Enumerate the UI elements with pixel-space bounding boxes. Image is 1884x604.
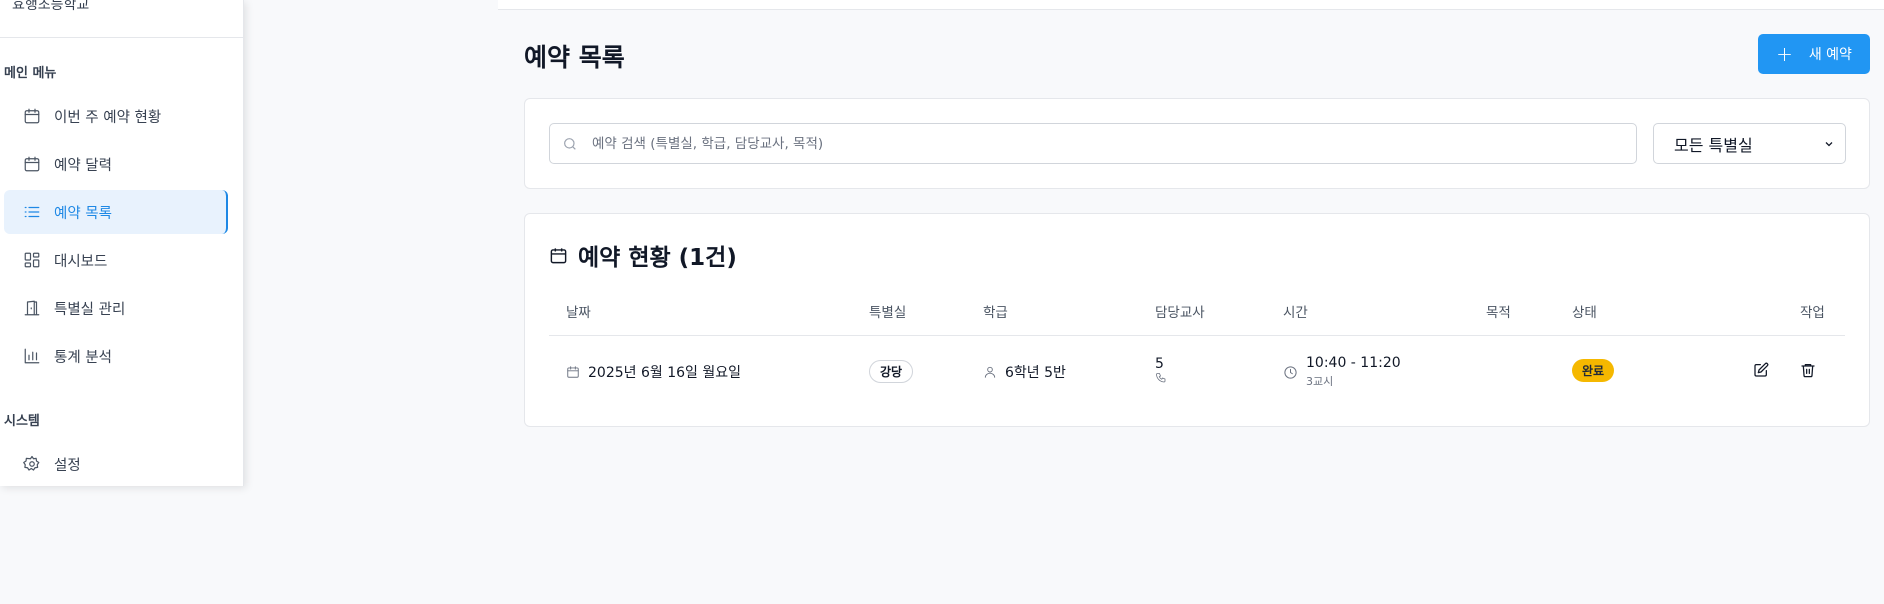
plus-icon: +: [1776, 42, 1793, 66]
clock-icon: [1284, 365, 1297, 379]
status-badge: 완료: [1572, 359, 1615, 382]
row-date-text: 2025년 6월 16일 월요일: [588, 365, 741, 381]
system-section-label: 시스템: [4, 414, 40, 429]
row-time: 10:40 - 11:20 3교시: [1283, 355, 1401, 389]
dashboard-icon: [22, 250, 42, 270]
list-title: 예약 현황 (1건): [549, 238, 737, 272]
search-input[interactable]: [592, 135, 1636, 152]
gear-icon: [22, 454, 42, 474]
header-purpose[interactable]: 목적: [1486, 301, 1511, 321]
sidebar-item-list[interactable]: 예약 목록: [4, 190, 228, 234]
row-class: 6학년 5반: [983, 362, 1066, 382]
header-teacher[interactable]: 담당교사: [1155, 301, 1205, 321]
row-status: 완료: [1572, 359, 1615, 382]
sidebar: 효행초등학교 메인 메뉴 이번 주 예약 현황 예약 달력 예약 목록 대시보드…: [0, 0, 244, 486]
header-actions: 작업: [1800, 305, 1825, 321]
sidebar-item-label: 이번 주 예약 현황: [54, 109, 162, 126]
sidebar-item-calendar[interactable]: 예약 달력: [4, 142, 228, 186]
new-reservation-label: 새 예약: [1808, 47, 1852, 63]
calendar-icon: [22, 106, 42, 126]
sidebar-item-stats[interactable]: 통계 분석: [4, 334, 228, 378]
header-status[interactable]: 상태: [1572, 301, 1597, 321]
main-menu-label: 메인 메뉴: [4, 66, 57, 81]
calendar-icon: [567, 366, 579, 378]
search-icon: [564, 137, 576, 150]
room-filter-value: 모든 특별실: [1674, 135, 1753, 155]
calendar-icon: [22, 154, 42, 174]
sidebar-item-label: 특별실 관리: [54, 301, 126, 318]
phone-icon: [1156, 373, 1166, 383]
top-bar: [498, 0, 1884, 10]
sidebar-item-label: 예약 달력: [54, 157, 112, 174]
row-class-text: 6학년 5반: [1005, 365, 1066, 381]
row-teacher: 5: [1155, 356, 1167, 384]
sidebar-item-label: 예약 목록: [54, 205, 112, 222]
row-teacher-text: 5: [1155, 356, 1164, 372]
door-icon: [22, 298, 42, 318]
page-title: 예약 목록: [524, 43, 625, 72]
row-date: 2025년 6월 16일 월요일: [566, 362, 741, 382]
room-filter-select[interactable]: 모든 특별실: [1653, 123, 1846, 164]
edit-icon[interactable]: [1751, 360, 1771, 380]
filter-card: 모든 특별실: [524, 98, 1870, 189]
reservation-list-card: 예약 현황 (1건) 날짜 특별실 학급 담당교사 시간 목적 상태 작업 20…: [524, 213, 1870, 427]
user-icon: [984, 366, 996, 378]
sidebar-item-label: 통계 분석: [54, 349, 112, 366]
sidebar-item-settings[interactable]: 설정: [4, 442, 228, 486]
table-header-divider: [549, 335, 1845, 336]
delete-icon[interactable]: [1798, 360, 1818, 380]
bar-chart-icon: [22, 346, 42, 366]
row-time-text: 10:40 - 11:20: [1306, 355, 1401, 371]
school-name: 효행초등학교: [12, 0, 90, 13]
sidebar-divider: [0, 37, 243, 38]
sidebar-item-weekly[interactable]: 이번 주 예약 현황: [4, 94, 228, 138]
header-time[interactable]: 시간: [1283, 301, 1308, 321]
calendar-icon: [550, 247, 567, 263]
row-room: 강당: [869, 360, 914, 383]
list-title-text: 예약 현황 (1건): [578, 245, 737, 271]
row-period-text: 3교시: [1306, 375, 1334, 388]
list-icon: [22, 202, 42, 222]
search-field[interactable]: [549, 123, 1637, 164]
room-tag: 강당: [869, 360, 914, 383]
header-date[interactable]: 날짜: [566, 301, 591, 321]
header-room[interactable]: 특별실: [869, 301, 906, 321]
sidebar-item-rooms[interactable]: 특별실 관리: [4, 286, 228, 330]
header-class[interactable]: 학급: [983, 301, 1008, 321]
chevron-down-icon: [1825, 141, 1833, 146]
new-reservation-button[interactable]: + 새 예약: [1758, 34, 1870, 74]
sidebar-item-label: 대시보드: [54, 253, 108, 270]
sidebar-item-dashboard[interactable]: 대시보드: [4, 238, 228, 282]
sidebar-item-label: 설정: [54, 457, 81, 474]
